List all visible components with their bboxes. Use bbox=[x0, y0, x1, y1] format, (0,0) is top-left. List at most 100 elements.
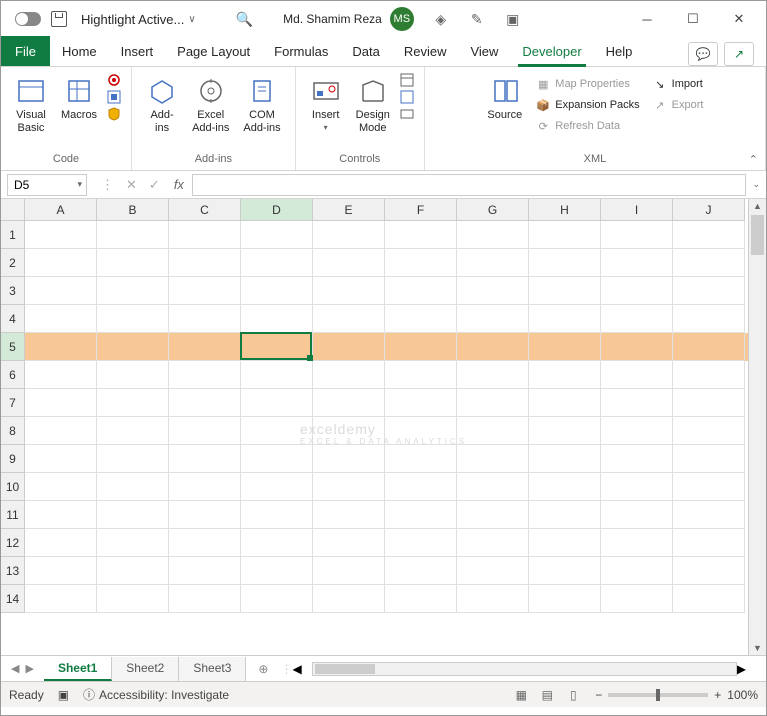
cell[interactable] bbox=[457, 445, 529, 473]
cell[interactable] bbox=[457, 277, 529, 305]
cell[interactable] bbox=[313, 389, 385, 417]
cell[interactable] bbox=[25, 249, 97, 277]
cell[interactable] bbox=[169, 417, 241, 445]
cell[interactable] bbox=[385, 585, 457, 613]
cell[interactable] bbox=[241, 361, 313, 389]
cell[interactable] bbox=[241, 389, 313, 417]
normal-view-button[interactable]: ▦ bbox=[509, 685, 533, 705]
cell[interactable] bbox=[673, 417, 745, 445]
cell[interactable] bbox=[673, 473, 745, 501]
tab-view[interactable]: View bbox=[458, 36, 510, 66]
cell[interactable] bbox=[529, 501, 601, 529]
cell[interactable] bbox=[169, 445, 241, 473]
minimize-button[interactable]: ─ bbox=[624, 1, 670, 37]
cell[interactable] bbox=[313, 557, 385, 585]
macro-security-icon[interactable] bbox=[107, 107, 121, 121]
relative-ref-icon[interactable] bbox=[107, 90, 121, 104]
cell[interactable] bbox=[97, 361, 169, 389]
cell[interactable] bbox=[25, 221, 97, 249]
cell[interactable] bbox=[241, 473, 313, 501]
cell[interactable] bbox=[241, 333, 313, 361]
sheet-tab[interactable]: Sheet1 bbox=[44, 657, 112, 681]
zoom-level[interactable]: 100% bbox=[727, 688, 758, 702]
cell[interactable] bbox=[529, 417, 601, 445]
row-header[interactable]: 11 bbox=[1, 501, 25, 529]
file-tab[interactable]: File bbox=[1, 36, 50, 66]
cell[interactable] bbox=[529, 333, 601, 361]
tab-help[interactable]: Help bbox=[594, 36, 645, 66]
tab-insert[interactable]: Insert bbox=[109, 36, 166, 66]
cell[interactable] bbox=[313, 445, 385, 473]
cell[interactable] bbox=[169, 305, 241, 333]
cell[interactable] bbox=[457, 529, 529, 557]
cell[interactable] bbox=[601, 277, 673, 305]
cell[interactable] bbox=[601, 305, 673, 333]
cell[interactable] bbox=[97, 501, 169, 529]
cell[interactable] bbox=[169, 361, 241, 389]
save-icon[interactable] bbox=[51, 11, 67, 27]
cell[interactable] bbox=[313, 249, 385, 277]
cell[interactable] bbox=[457, 389, 529, 417]
cell[interactable] bbox=[313, 277, 385, 305]
cell[interactable] bbox=[241, 557, 313, 585]
cell[interactable] bbox=[457, 333, 529, 361]
view-code-icon[interactable] bbox=[400, 90, 414, 104]
cell[interactable] bbox=[169, 585, 241, 613]
add-sheet-button[interactable]: ⊕ bbox=[246, 662, 280, 676]
tab-formulas[interactable]: Formulas bbox=[262, 36, 340, 66]
cell[interactable] bbox=[457, 305, 529, 333]
document-name[interactable]: Hightlight Active... bbox=[81, 12, 184, 27]
cell[interactable] bbox=[529, 389, 601, 417]
cell[interactable] bbox=[97, 277, 169, 305]
cell[interactable] bbox=[25, 557, 97, 585]
column-header[interactable]: F bbox=[385, 199, 457, 221]
cell[interactable] bbox=[25, 305, 97, 333]
row-header[interactable]: 10 bbox=[1, 473, 25, 501]
cell[interactable] bbox=[673, 305, 745, 333]
column-header[interactable]: A bbox=[25, 199, 97, 221]
source-button[interactable]: Source bbox=[481, 71, 528, 126]
cell[interactable] bbox=[601, 557, 673, 585]
cell[interactable] bbox=[97, 557, 169, 585]
cell[interactable] bbox=[457, 585, 529, 613]
column-header[interactable]: D bbox=[241, 199, 313, 221]
row-header[interactable]: 8 bbox=[1, 417, 25, 445]
cell[interactable] bbox=[241, 445, 313, 473]
column-header[interactable]: G bbox=[457, 199, 529, 221]
sheet-prev-icon[interactable]: ◀ bbox=[11, 662, 19, 675]
column-header[interactable]: B bbox=[97, 199, 169, 221]
cell[interactable] bbox=[241, 249, 313, 277]
row-header[interactable]: 9 bbox=[1, 445, 25, 473]
tab-review[interactable]: Review bbox=[392, 36, 459, 66]
cell[interactable] bbox=[313, 473, 385, 501]
cell[interactable] bbox=[25, 445, 97, 473]
row-header[interactable]: 5 bbox=[1, 333, 25, 361]
hscroll-right-icon[interactable]: ▶ bbox=[737, 662, 746, 676]
cell[interactable] bbox=[601, 221, 673, 249]
enter-formula-icon[interactable]: ✓ bbox=[149, 177, 160, 193]
cell[interactable] bbox=[673, 445, 745, 473]
hscroll-left-icon[interactable]: ◀ bbox=[292, 662, 301, 676]
cell[interactable] bbox=[529, 361, 601, 389]
cell[interactable] bbox=[385, 417, 457, 445]
vertical-scrollbar[interactable]: ▲ ▼ bbox=[748, 199, 766, 655]
row-header[interactable]: 7 bbox=[1, 389, 25, 417]
tab-developer[interactable]: Developer bbox=[510, 36, 593, 66]
cell[interactable] bbox=[169, 249, 241, 277]
cell[interactable] bbox=[97, 305, 169, 333]
column-header[interactable]: I bbox=[601, 199, 673, 221]
page-break-button[interactable]: ▯ bbox=[561, 685, 585, 705]
cell[interactable] bbox=[529, 585, 601, 613]
cell[interactable] bbox=[529, 305, 601, 333]
com-addins-button[interactable]: COM Add-ins bbox=[237, 71, 286, 139]
cell[interactable] bbox=[457, 501, 529, 529]
cell[interactable] bbox=[97, 249, 169, 277]
cell[interactable] bbox=[97, 417, 169, 445]
cell[interactable] bbox=[241, 501, 313, 529]
cell[interactable] bbox=[385, 501, 457, 529]
run-dialog-icon[interactable] bbox=[400, 107, 414, 121]
cell[interactable] bbox=[313, 361, 385, 389]
visual-basic-button[interactable]: Visual Basic bbox=[9, 71, 53, 139]
cell[interactable] bbox=[97, 529, 169, 557]
cell[interactable] bbox=[601, 529, 673, 557]
